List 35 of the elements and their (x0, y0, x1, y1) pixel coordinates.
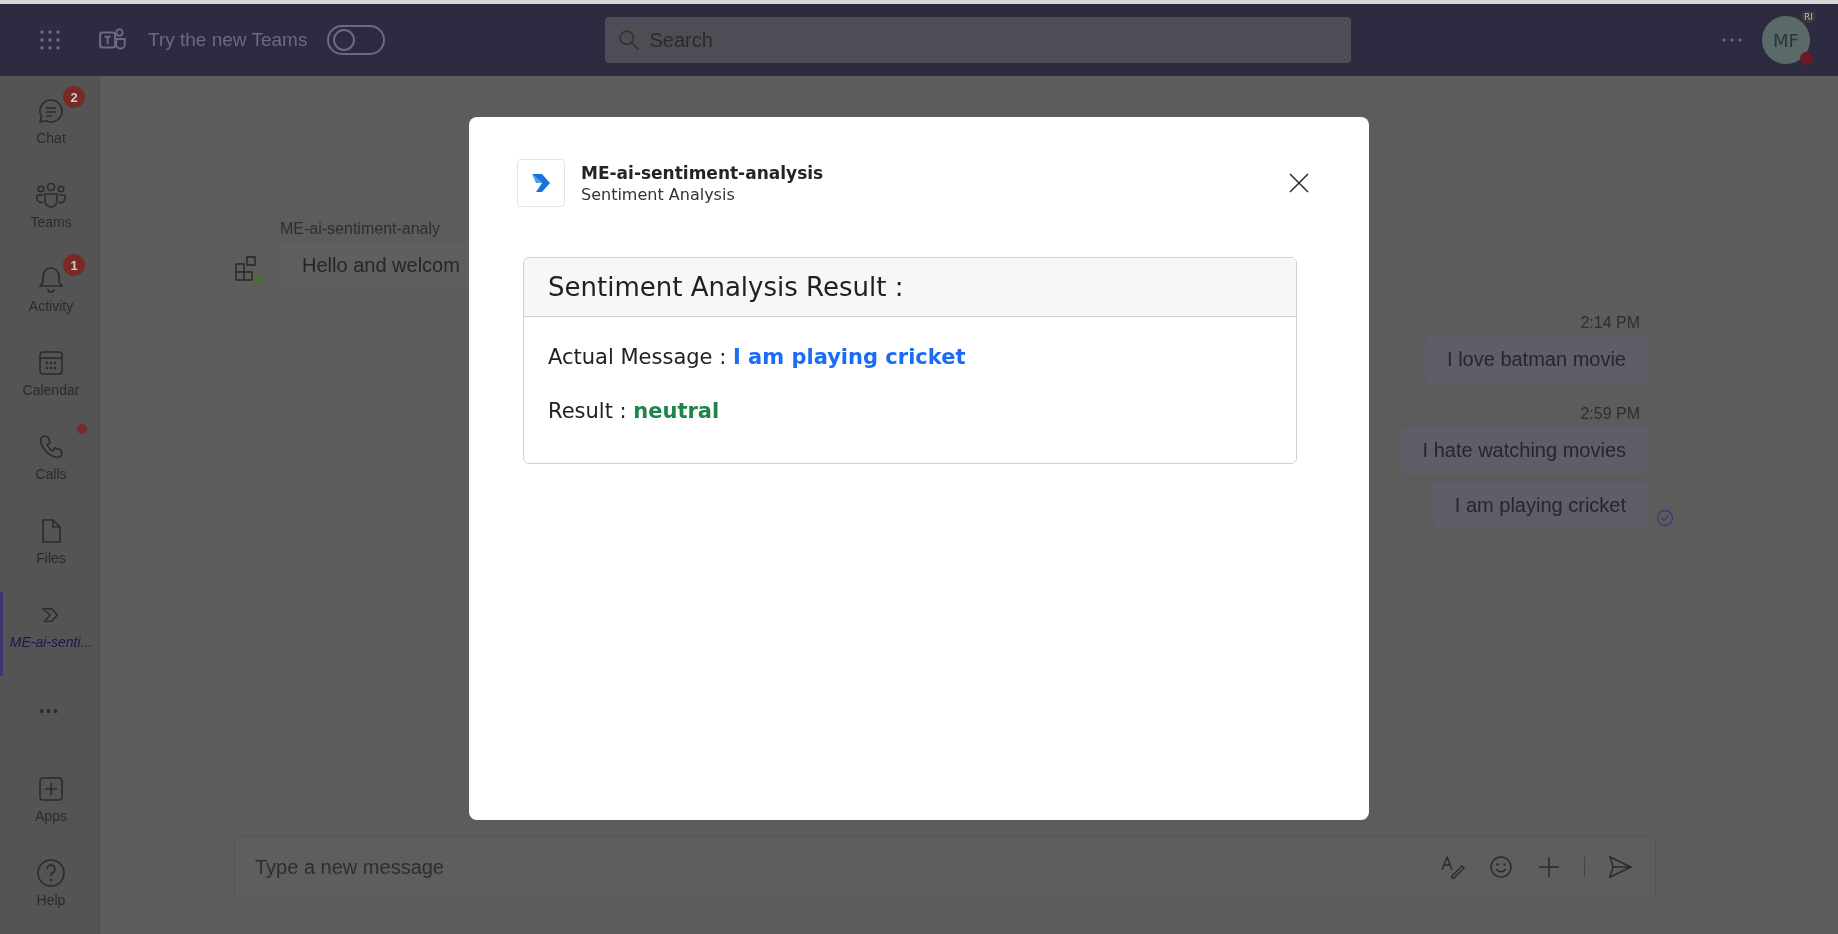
promo-text: Try the new Teams (148, 29, 308, 51)
app-logo-icon (517, 159, 565, 207)
count-badge: 1 (63, 254, 85, 276)
message-bubble: I hate watching movies (1400, 427, 1648, 474)
help-icon (36, 858, 66, 888)
more-apps-button[interactable]: ••• (0, 696, 99, 726)
teams-logo-icon (98, 27, 128, 53)
new-teams-toggle[interactable] (327, 25, 386, 55)
card-heading: Sentiment Analysis Result : (548, 272, 904, 302)
dialog-title: ME-ai-sentiment-analysis (581, 162, 824, 183)
add-icon (37, 775, 65, 803)
bot-avatar-icon (234, 254, 264, 284)
result-line: Result : neutral (548, 399, 721, 423)
dialog-subtitle: Sentiment Analysis (581, 184, 736, 204)
calendar-icon (37, 349, 65, 377)
app-icon (41, 606, 61, 624)
message-bubble: I am playing cricket (1432, 482, 1648, 529)
format-icon[interactable] (1440, 854, 1466, 880)
plus-icon[interactable] (1536, 854, 1562, 880)
status-badge: RI (1801, 11, 1816, 23)
more-options-icon[interactable] (1722, 38, 1742, 42)
people-icon (36, 181, 66, 209)
chat-icon (37, 97, 65, 125)
search-icon (618, 29, 641, 51)
bell-icon (37, 265, 65, 293)
close-icon[interactable] (1289, 173, 1309, 193)
result-line: Actual Message : I am playing cricket (548, 345, 967, 369)
phone-icon (37, 433, 65, 461)
sidebar-item[interactable]: ME-ai-senti... (0, 592, 99, 676)
app-launcher-icon[interactable] (38, 28, 62, 52)
count-badge: 2 (63, 86, 85, 108)
emoji-icon[interactable] (1488, 854, 1514, 880)
send-icon[interactable] (1607, 854, 1633, 880)
presence-dot (1800, 52, 1813, 65)
message-bubble: I love batman movie (1425, 336, 1648, 383)
